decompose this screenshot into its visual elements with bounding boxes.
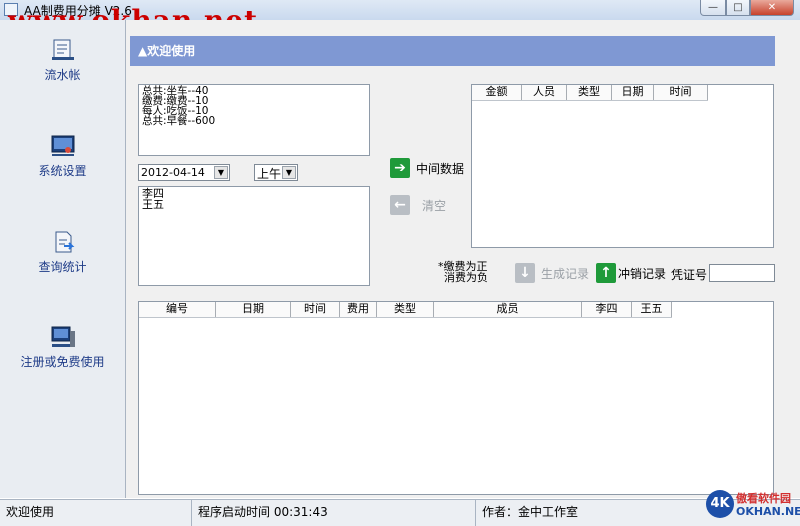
generate-record-button[interactable]: ↓ 生成记录 bbox=[515, 263, 589, 283]
sidebar-item-settings[interactable]: 系统设置 bbox=[0, 134, 125, 179]
members-textbox[interactable]: 李四 王五 bbox=[138, 186, 370, 286]
period-select[interactable]: 上午 ▼ bbox=[254, 164, 298, 181]
sidebar-item-register[interactable]: 注册或免费使用 bbox=[0, 325, 125, 370]
arrow-up-icon: ↑ bbox=[596, 263, 616, 283]
sidebar-item-label: 流水帐 bbox=[44, 68, 81, 82]
status-bar: 欢迎使用 程序启动时间 00:31:43 作者：金中工作室 bbox=[0, 499, 800, 526]
column-header[interactable]: 类型 bbox=[567, 85, 612, 100]
voucher-input[interactable] bbox=[709, 264, 775, 282]
logo-mark: 4K bbox=[706, 490, 734, 518]
close-button[interactable]: ✕ bbox=[750, 0, 794, 16]
sidebar-item-label: 系统设置 bbox=[38, 164, 87, 178]
column-header[interactable]: 王五 bbox=[632, 302, 672, 317]
sidebar: 流水帐 系统设置 查询统计 注册或免费使用 bbox=[0, 20, 126, 498]
maximize-button[interactable]: □ bbox=[726, 0, 750, 16]
note-line: 消费为负 bbox=[444, 271, 488, 284]
reverse-record-label: 冲销记录 bbox=[618, 266, 667, 281]
column-header[interactable]: 人员 bbox=[522, 85, 567, 100]
status-author: 作者：金中工作室 bbox=[482, 505, 579, 519]
column-header[interactable]: 类型 bbox=[377, 302, 434, 317]
clear-button[interactable]: ← 清空 bbox=[390, 195, 446, 215]
summary-textbox[interactable]: 总共:坐车--40 缴费:缴费--10 每人:吃饭--10 总共:早餐--600 bbox=[138, 84, 370, 156]
summary-line: 总共:早餐--600 bbox=[142, 115, 216, 127]
middle-data-grid[interactable]: 金额 人员 类型 日期 时间 bbox=[471, 84, 774, 248]
arrow-down-icon: ↓ bbox=[515, 263, 535, 283]
column-header[interactable]: 时间 bbox=[654, 85, 708, 100]
main-panel: ▲欢迎使用 总共:坐车--40 缴费:缴费--10 每人:吃饭--10 总共:早… bbox=[126, 20, 800, 498]
middle-grid-header: 金额 人员 类型 日期 时间 bbox=[472, 85, 708, 101]
date-value: 2012-04-14 bbox=[141, 166, 205, 179]
site-logo: 4K 傲看软件园 OKHAN.NET bbox=[704, 486, 800, 522]
date-picker[interactable]: 2012-04-14 ▼ bbox=[138, 164, 230, 181]
logo-text-cn: 傲看软件园 bbox=[736, 492, 791, 505]
column-header[interactable]: 金额 bbox=[472, 85, 522, 100]
settings-monitor-icon bbox=[51, 135, 74, 156]
welcome-banner: ▲欢迎使用 bbox=[130, 36, 775, 66]
column-header[interactable]: 日期 bbox=[216, 302, 291, 317]
column-header[interactable]: 编号 bbox=[139, 302, 216, 317]
column-header[interactable]: 费用 bbox=[340, 302, 377, 317]
chevron-down-icon[interactable]: ▼ bbox=[214, 166, 228, 179]
register-computer-icon bbox=[51, 326, 75, 347]
sidebar-item-ledger[interactable]: 流水帐 bbox=[0, 38, 125, 83]
record-grid-header: 编号 日期 时间 费用 类型 成员 李四 王五 bbox=[139, 302, 672, 318]
sidebar-item-query[interactable]: 查询统计 bbox=[0, 230, 125, 275]
ledger-icon bbox=[51, 39, 74, 60]
sign-note: *缴费为正 消费为负 bbox=[438, 261, 488, 283]
voucher-label: 凭证号 bbox=[671, 268, 708, 282]
generate-record-label: 生成记录 bbox=[541, 266, 590, 281]
middle-data-button[interactable]: ➔ 中间数据 bbox=[390, 158, 464, 178]
column-header[interactable]: 日期 bbox=[612, 85, 654, 100]
logo-text-en: OKHAN.NET bbox=[736, 505, 800, 518]
member-line: 王五 bbox=[142, 198, 164, 211]
minimize-button[interactable]: — bbox=[700, 0, 726, 16]
status-welcome: 欢迎使用 bbox=[0, 500, 192, 526]
clear-label: 清空 bbox=[422, 198, 447, 213]
reverse-record-button[interactable]: ↑ 冲销记录 bbox=[596, 263, 666, 283]
record-grid[interactable]: 编号 日期 时间 费用 类型 成员 李四 王五 bbox=[138, 301, 774, 495]
status-uptime: 程序启动时间 00:31:43 bbox=[192, 500, 476, 526]
window-controls: — □ ✕ bbox=[700, 0, 794, 16]
arrow-left-icon: ← bbox=[390, 195, 410, 215]
arrow-right-icon: ➔ bbox=[390, 158, 410, 178]
member-line: 李四 bbox=[142, 187, 164, 200]
column-header[interactable]: 时间 bbox=[291, 302, 340, 317]
sidebar-item-label: 查询统计 bbox=[38, 260, 87, 274]
column-header[interactable]: 李四 bbox=[582, 302, 632, 317]
middle-data-label: 中间数据 bbox=[416, 161, 465, 176]
report-export-icon bbox=[55, 231, 74, 253]
column-header[interactable]: 成员 bbox=[434, 302, 582, 317]
chevron-down-icon[interactable]: ▼ bbox=[282, 166, 296, 179]
sidebar-item-label: 注册或免费使用 bbox=[20, 355, 105, 369]
period-value: 上午 bbox=[257, 167, 282, 181]
